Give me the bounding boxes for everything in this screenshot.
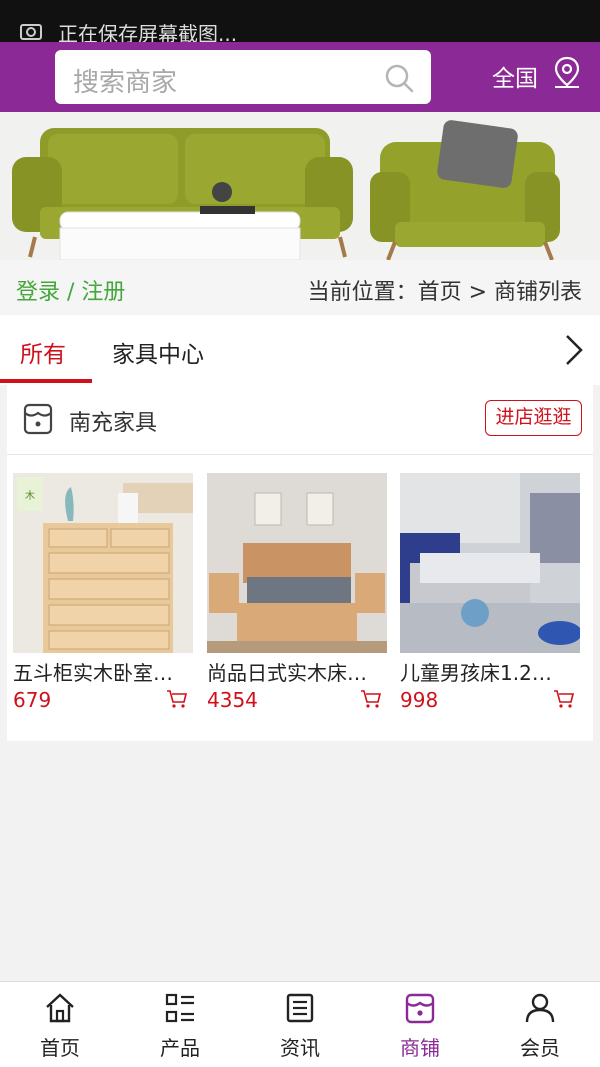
sofa-illustration [0,112,600,260]
tab-all[interactable]: 所有 [20,335,66,369]
nav-label: 商铺 [400,1036,440,1060]
nav-news[interactable]: 资讯 [240,982,360,1067]
chevron-right-icon[interactable] [563,333,585,367]
nav-home[interactable]: 首页 [0,982,120,1067]
active-tab-indicator [0,379,92,383]
store-icon [23,403,53,435]
banner-image[interactable] [0,112,600,260]
nav-label: 产品 [160,1036,200,1060]
product-image[interactable] [400,473,580,653]
nav-shops[interactable]: 商铺 [360,982,480,1067]
search-placeholder: 搜索商家 [73,68,178,98]
search-input[interactable]: 搜索商家 [55,50,431,104]
bottom-nav: 首页 产品 资讯 商铺 会员 [0,981,600,1067]
product-image[interactable] [207,473,387,653]
nav-products[interactable]: 产品 [120,982,240,1067]
product-name[interactable]: 尚品日式实木床… [207,657,377,686]
tab-furniture-center[interactable]: 家具中心 [112,335,204,369]
nav-label: 首页 [40,1036,80,1060]
home-icon [46,993,74,1023]
nav-label: 资讯 [280,1036,320,1060]
location-bar: 登录 / 注册 当前位置：首页 > 商铺列表 [0,260,600,315]
svg-text:木: 木 [25,490,35,502]
cart-icon[interactable] [553,689,575,709]
product-card[interactable]: 尚品日式实木床… 4354 [207,473,387,712]
breadcrumb: 当前位置：首页 > 商铺列表 [307,280,582,305]
nav-member[interactable]: 会员 [480,982,600,1067]
screenshot-icon [20,24,42,40]
product-card[interactable]: 木 五斗柜实木卧室… 679 [13,473,193,712]
product-name[interactable]: 儿童男孩床1.2米… [400,657,570,686]
status-bar: 正在保存屏幕截图... [0,0,600,46]
product-name[interactable]: 五斗柜实木卧室… [13,657,183,686]
grid-list-icon [165,993,194,1023]
region-selector[interactable]: 全国 [492,59,538,93]
cart-icon[interactable] [360,689,382,709]
product-image[interactable]: 木 [13,473,193,653]
shop-header: 南充家具 进店逛逛 [7,385,593,455]
search-icon[interactable] [383,62,415,94]
nav-label: 会员 [520,1036,560,1060]
cart-icon[interactable] [166,689,188,709]
news-icon [286,993,314,1023]
top-header: 搜索商家 全国 [0,42,600,112]
shop-name: 南充家具 [69,411,158,436]
shop-card: 南充家具 进店逛逛 木 五斗柜实木卧室… 679 尚品日式实木床… 4354 儿… [7,385,593,741]
user-icon [525,993,555,1023]
category-tabs: 所有 家具中心 [0,315,600,385]
login-register-link[interactable]: 登录 / 注册 [16,274,125,306]
enter-shop-button[interactable]: 进店逛逛 [485,400,582,436]
location-pin-icon[interactable] [552,56,582,90]
product-card[interactable]: 儿童男孩床1.2米… 998 [400,473,580,712]
store-icon [405,993,435,1024]
